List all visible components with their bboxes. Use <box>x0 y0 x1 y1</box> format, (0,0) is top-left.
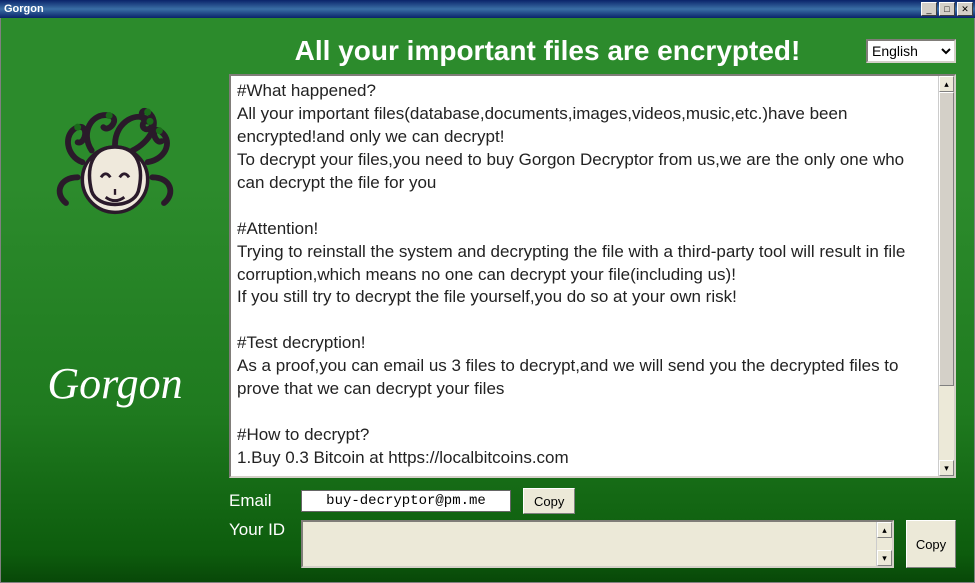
yourid-label: Your ID <box>229 520 289 568</box>
copy-yourid-button[interactable]: Copy <box>906 520 956 568</box>
titlebar: Gorgon _ □ ✕ <box>0 0 975 18</box>
yourid-scrollbar[interactable]: ▴ ▾ <box>876 522 892 566</box>
scroll-track[interactable] <box>939 92 954 460</box>
yourid-value <box>303 522 876 566</box>
yourid-scroll-down[interactable]: ▾ <box>877 550 892 566</box>
left-sidebar: Gorgon <box>1 18 229 582</box>
close-button[interactable]: ✕ <box>957 2 973 16</box>
ransom-message-box: #What happened? All your important files… <box>229 74 956 478</box>
scroll-thumb[interactable] <box>939 92 954 386</box>
yourid-scroll-track[interactable] <box>877 538 892 550</box>
email-value: buy-decryptor@pm.me <box>326 493 486 509</box>
scroll-down-button[interactable]: ▾ <box>939 460 954 476</box>
maximize-button[interactable]: □ <box>939 2 955 16</box>
main-content: All your important files are encrypted! … <box>229 18 974 582</box>
window-buttons: _ □ ✕ <box>921 2 973 16</box>
yourid-row: Your ID ▴ ▾ Copy <box>229 520 956 568</box>
message-scrollbar[interactable]: ▴ ▾ <box>938 76 954 476</box>
email-field[interactable]: buy-decryptor@pm.me <box>301 490 511 512</box>
window-body: Gorgon All your important files are encr… <box>0 18 975 583</box>
minimize-button[interactable]: _ <box>921 2 937 16</box>
yourid-scroll-up[interactable]: ▴ <box>877 522 892 538</box>
ransom-message-text[interactable]: #What happened? All your important files… <box>231 76 938 476</box>
window-title: Gorgon <box>2 3 921 15</box>
language-select[interactable]: English <box>866 39 956 63</box>
gorgon-logo-icon <box>45 98 185 238</box>
copy-email-button[interactable]: Copy <box>523 488 575 514</box>
scroll-up-button[interactable]: ▴ <box>939 76 954 92</box>
page-title: All your important files are encrypted! <box>229 35 866 67</box>
header-row: All your important files are encrypted! … <box>229 28 956 74</box>
email-row: Email buy-decryptor@pm.me Copy <box>229 488 956 514</box>
brand-name: Gorgon <box>47 358 182 409</box>
yourid-field[interactable]: ▴ ▾ <box>301 520 894 568</box>
email-label: Email <box>229 491 289 511</box>
